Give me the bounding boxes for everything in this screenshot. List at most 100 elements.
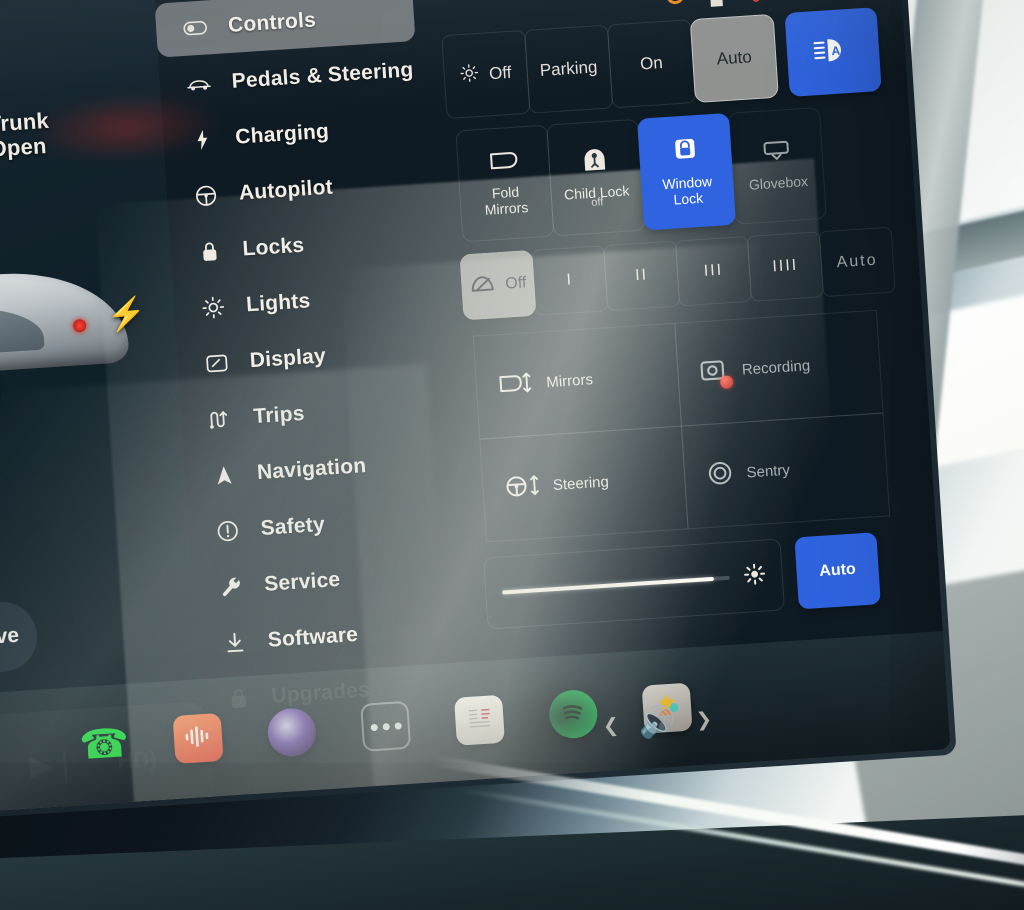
lights-auto-option[interactable]: Auto: [689, 13, 779, 104]
sidebar-item-label: Lights: [245, 289, 312, 317]
wiper-auto-option[interactable]: Auto: [818, 226, 896, 298]
brightness-sun-icon: [743, 562, 767, 590]
wiper-level-label: IIII: [771, 256, 799, 276]
download-icon: [221, 631, 248, 655]
ellipsis-icon: [369, 723, 378, 731]
quick-tiles-row: Fold Mirrors Child Lock off Window Lock …: [455, 103, 889, 243]
tile-label-line1: Window: [661, 172, 713, 193]
sentry-mode-icon: [706, 459, 734, 491]
sidebar-item-label: Safety: [259, 512, 326, 540]
display-icon: [203, 354, 230, 374]
wrench-icon: [218, 575, 245, 599]
steering-wheel-icon: [192, 184, 219, 208]
wiper-icon: [469, 273, 497, 300]
auto-high-beam-button[interactable]: A: [784, 7, 882, 97]
tuner-app[interactable]: [453, 694, 505, 746]
wiper-level-label: I: [565, 271, 574, 289]
tesla-car-render[interactable]: ⚡: [0, 237, 154, 444]
brightness-row: Auto: [483, 530, 915, 630]
lights-row: Off Parking On Auto A: [441, 7, 882, 120]
touchscreen: Trunk Open ⚡ ve ▶❘: [0, 0, 957, 820]
lights-parking-label: Parking: [539, 57, 598, 80]
recording-cell[interactable]: Recording: [673, 309, 884, 427]
caraoke-app[interactable]: [266, 706, 318, 758]
glovebox-tile[interactable]: Glovebox: [727, 107, 827, 225]
auto-high-beam-icon: A: [812, 35, 854, 69]
wiper-level-label: III: [703, 261, 724, 280]
drive-pill-button[interactable]: ve: [0, 599, 40, 680]
tile-label-line2: Lock: [673, 189, 704, 208]
child-lock-label: Child Lock off: [564, 182, 631, 211]
fold-mirrors-tile[interactable]: Fold Mirrors: [455, 124, 555, 243]
fold-mirrors-label: Fold Mirrors: [483, 183, 529, 219]
dashcam-recording-icon: [699, 357, 734, 389]
tile-label-line2: Mirrors: [484, 199, 529, 219]
lights-on-option[interactable]: On: [606, 19, 697, 109]
sun-icon: [200, 296, 227, 320]
mirrors-label: Mirrors: [545, 371, 594, 392]
speaker-volume-icon[interactable]: 🔊: [638, 705, 677, 740]
mirrors-cell[interactable]: Mirrors: [472, 322, 682, 440]
wiper-level-4[interactable]: IIII: [746, 231, 824, 302]
car-icon: [185, 76, 212, 92]
more-apps[interactable]: [360, 700, 412, 752]
wiper-level-label: II: [634, 266, 649, 285]
sidebar-item-label: Display: [249, 344, 327, 373]
lights-auto-label: Auto: [716, 47, 753, 69]
lock-icon: [196, 240, 223, 264]
sidebar-item-label: Locks: [241, 233, 305, 261]
sidebar-item-label: Charging: [234, 119, 330, 149]
wiper-level-1[interactable]: I: [531, 245, 609, 316]
photo-container: Trunk Open ⚡ ve ▶❘: [0, 0, 1024, 910]
sentry-label: Sentry: [746, 461, 791, 482]
wiper-auto-label: Auto: [836, 251, 879, 272]
window-lock-tile[interactable]: Window Lock: [637, 112, 737, 231]
window-lock-icon: [671, 135, 699, 166]
glovebox-icon: [762, 139, 792, 166]
glovebox-label: Glovebox: [748, 172, 809, 193]
notification-bell-icon[interactable]: [748, 0, 765, 3]
brightness-slider[interactable]: [483, 538, 786, 630]
car-window: [0, 303, 45, 360]
lights-on-label: On: [639, 53, 664, 74]
sidebar-item-label: Navigation: [256, 454, 367, 485]
control-grid: Mirrors Recording Steering Sentry: [472, 309, 890, 542]
wiper-row: Off I II III IIII Auto: [459, 226, 896, 321]
sidebar-item-label: Trips: [252, 401, 306, 429]
brightness-auto-button[interactable]: Auto: [794, 532, 881, 610]
wiper-off-label: Off: [504, 274, 527, 293]
wiper-off-option[interactable]: Off: [459, 249, 537, 321]
child-lock-tile[interactable]: Child Lock off: [546, 118, 646, 237]
wiper-level-2[interactable]: II: [603, 240, 681, 312]
mirror-icon: [488, 149, 520, 176]
child-lock-icon: [582, 145, 608, 176]
lights-off-label: Off: [488, 62, 513, 84]
bell-badge: [752, 0, 761, 3]
media-app[interactable]: [172, 712, 224, 764]
ellipsis-icon: [381, 722, 390, 731]
sidebar-item-label: Autopilot: [238, 175, 334, 205]
steering-cell[interactable]: Steering: [478, 425, 689, 542]
warning-circle-icon: [665, 0, 686, 5]
chevron-left-icon[interactable]: ❮: [602, 714, 619, 738]
phone-app[interactable]: ☎: [78, 719, 131, 770]
sidebar-item-label: Service: [263, 567, 341, 596]
trips-icon: [207, 409, 234, 431]
lights-off-option[interactable]: Off: [441, 29, 531, 120]
recording-label: Recording: [741, 357, 811, 379]
steering-label: Steering: [552, 473, 610, 494]
brightness-fill: [502, 576, 715, 595]
radio-tuner-icon: [463, 702, 495, 739]
headlight-sun-icon: [459, 63, 480, 88]
brightness-track[interactable]: [502, 575, 730, 595]
screen-glass: Trunk Open ⚡ ve ▶❘: [0, 0, 951, 814]
alert-circle-icon: [214, 519, 241, 543]
sidebar-item-label: Pedals & Steering: [231, 58, 415, 93]
pill-button-label: ve: [0, 623, 20, 649]
steering-adjust-icon: [504, 472, 540, 502]
wiper-level-3[interactable]: III: [674, 235, 753, 307]
lights-parking-option[interactable]: Parking: [524, 24, 614, 114]
chevron-right-icon[interactable]: ❯: [695, 708, 712, 732]
mirror-adjust-icon: [498, 370, 534, 400]
sentry-cell[interactable]: Sentry: [680, 412, 890, 529]
